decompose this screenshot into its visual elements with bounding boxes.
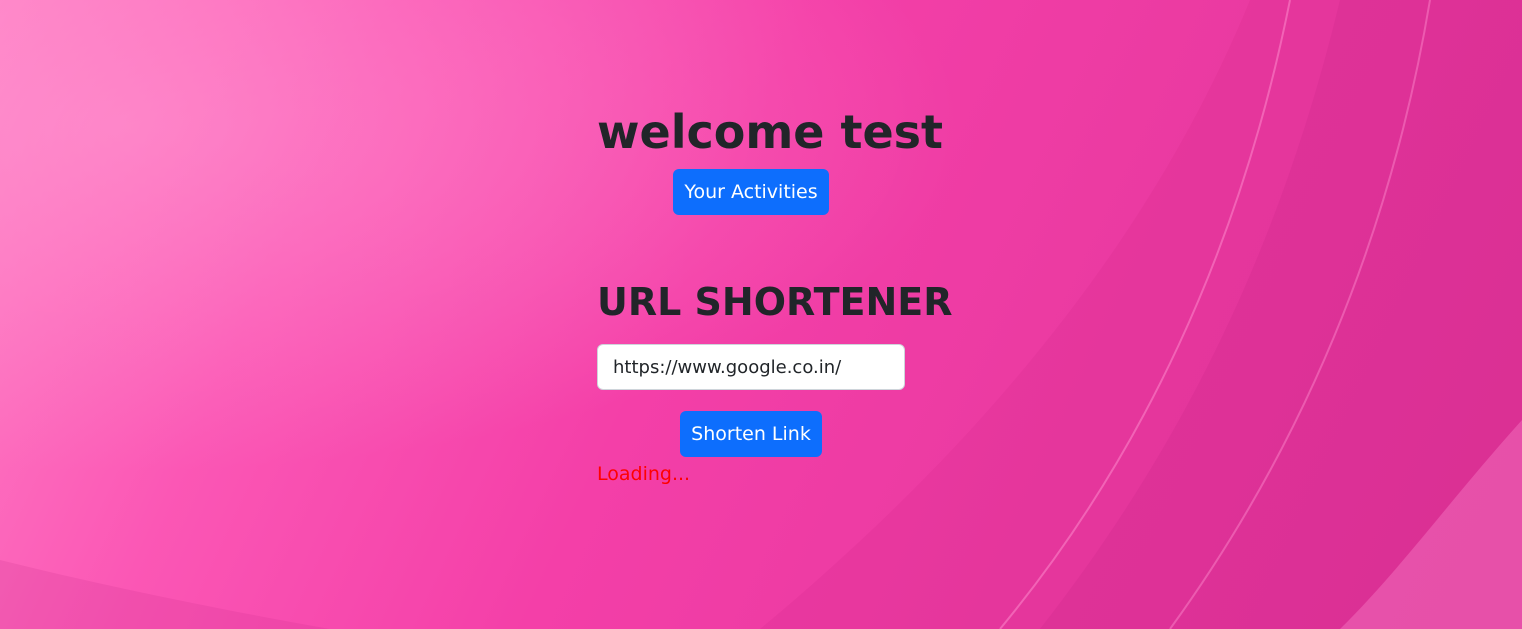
url-shortener-title: URL SHORTENER xyxy=(597,280,953,324)
loading-status: Loading... xyxy=(597,463,691,485)
shorten-link-button[interactable]: Shorten Link xyxy=(680,411,822,457)
url-input[interactable] xyxy=(597,344,905,390)
your-activities-button[interactable]: Your Activities xyxy=(673,169,829,215)
welcome-heading: welcome test xyxy=(597,105,944,159)
